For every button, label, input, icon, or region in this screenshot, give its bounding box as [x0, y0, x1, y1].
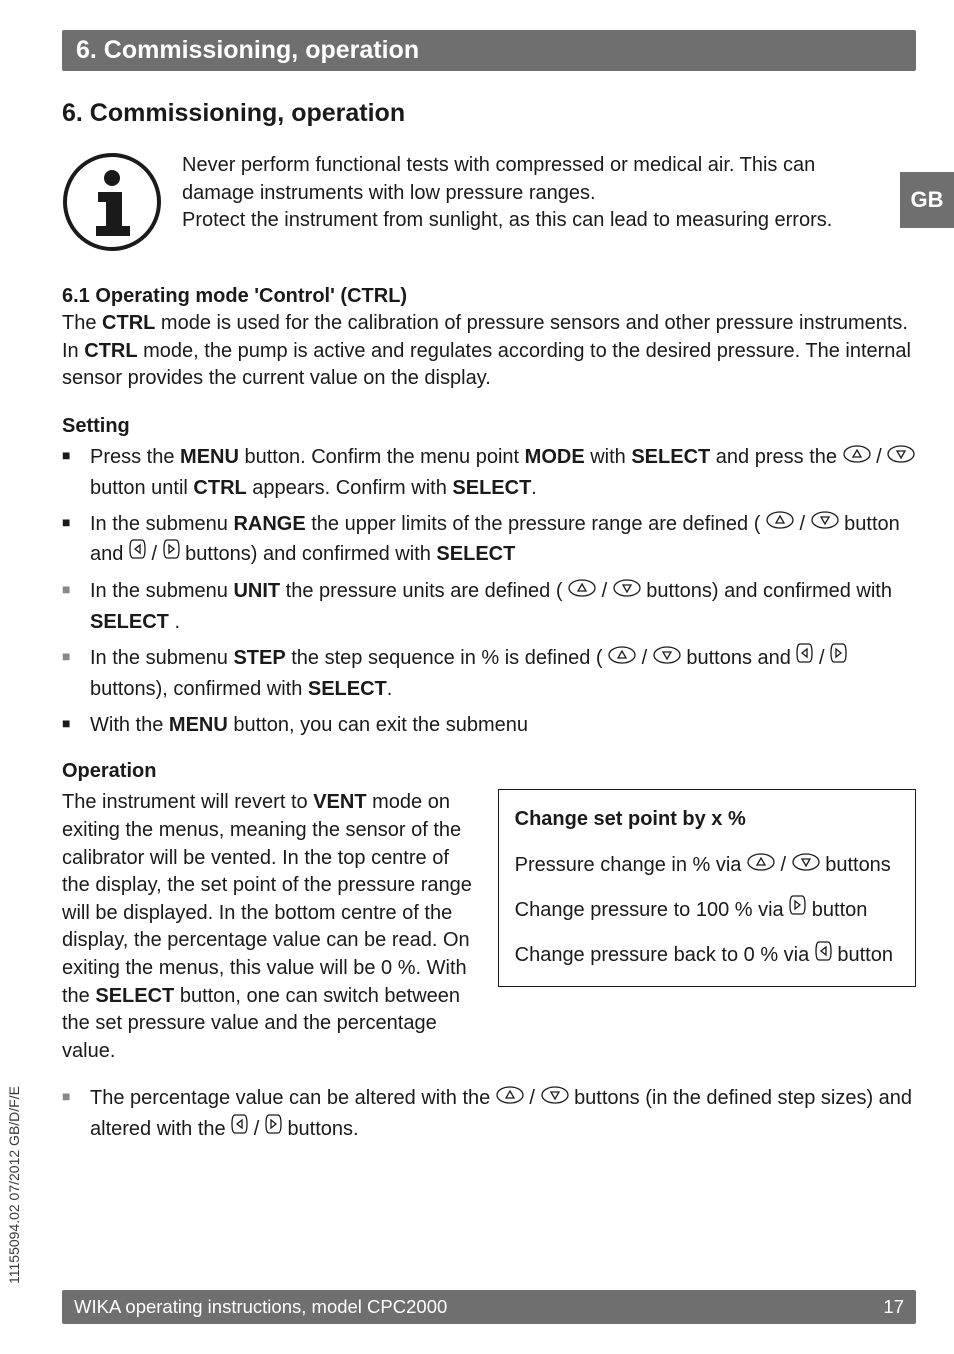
language-code: GB — [911, 187, 944, 213]
text: With the — [90, 714, 169, 736]
list-item: Press the MENU button. Confirm the menu … — [62, 442, 916, 503]
page-number: 17 — [883, 1296, 904, 1318]
header-title: 6. Commissioning, operation — [76, 36, 419, 64]
list-item: With the MENU button, you can exit the s… — [62, 710, 916, 740]
text: The — [62, 312, 102, 334]
setpoint-box: Change set point by x % Pressure change … — [498, 789, 916, 986]
box-title: Change set point by x % — [515, 804, 899, 834]
text: mode on exiting the menus, meaning the s… — [62, 791, 472, 1006]
text: the pressure units are defined ( — [280, 580, 568, 602]
text: . — [387, 678, 393, 700]
up-oval-icon — [843, 442, 871, 472]
list-item: In the submenu RANGE the upper limits of… — [62, 509, 916, 571]
up-oval-icon — [766, 508, 794, 538]
up-oval-icon — [608, 643, 636, 673]
text: Change pressure to 100 % via — [515, 899, 790, 921]
box-line: Change pressure back to 0 % via button — [515, 940, 899, 971]
select-word: SELECT — [631, 446, 710, 468]
menu-word: MENU — [169, 714, 228, 736]
operation-paragraph: The instrument will revert to VENT mode … — [62, 789, 480, 1065]
text: buttons) and confirmed with — [646, 580, 892, 602]
text: and press the — [710, 446, 842, 468]
operation-heading: Operation — [62, 760, 916, 783]
setting-list: Press the MENU button. Confirm the menu … — [62, 442, 916, 741]
text: button — [812, 899, 868, 921]
box-line: Pressure change in % via / buttons — [515, 850, 899, 881]
text: buttons. — [287, 1118, 358, 1140]
right-rect-icon — [789, 894, 806, 925]
text: with — [585, 446, 632, 468]
box-line: Change pressure to 100 % via button — [515, 895, 899, 926]
text: the upper limits of the pressure range a… — [306, 513, 766, 535]
down-oval-icon — [541, 1083, 569, 1113]
unit-word: UNIT — [233, 580, 280, 602]
last-bullet-list: The percentage value can be altered with… — [62, 1083, 916, 1145]
text: the step sequence in % is defined ( — [286, 647, 608, 669]
text: buttons), confirmed with — [90, 678, 308, 700]
text: In the submenu — [90, 647, 233, 669]
left-rect-icon — [796, 642, 813, 673]
up-oval-icon — [568, 576, 596, 606]
list-item: In the submenu UNIT the pressure units a… — [62, 576, 916, 637]
step-word: STEP — [233, 647, 285, 669]
select-word: SELECT — [308, 678, 387, 700]
down-oval-icon — [887, 442, 915, 472]
text: Pressure change in % via — [515, 854, 747, 876]
section-title: 6. Commissioning, operation — [62, 99, 916, 128]
select-word: SELECT — [436, 543, 515, 565]
footer-bar: WIKA operating instructions, model CPC20… — [62, 1290, 916, 1324]
down-oval-icon — [613, 576, 641, 606]
text: In the submenu — [90, 513, 233, 535]
vent-word: VENT — [313, 791, 366, 813]
text: . — [169, 611, 180, 633]
text: buttons — [825, 854, 891, 876]
header-bar: 6. Commissioning, operation — [62, 30, 916, 71]
info-notice-text: Never perform functional tests with comp… — [182, 152, 916, 235]
info-icon — [62, 152, 162, 257]
text: The instrument will revert to — [62, 791, 313, 813]
text: Change pressure back to 0 % via — [515, 944, 815, 966]
footer-title: WIKA operating instructions, model CPC20… — [74, 1296, 447, 1318]
text: button. Confirm the menu point — [239, 446, 525, 468]
up-oval-icon — [496, 1083, 524, 1113]
info-notice-row: Never perform functional tests with comp… — [62, 152, 916, 257]
right-rect-icon — [163, 538, 180, 569]
text: mode, the pump is active and regulates a… — [62, 340, 911, 390]
mode-word: MODE — [525, 446, 585, 468]
ctrl-paragraph: The CTRL mode is used for the calibratio… — [62, 310, 916, 393]
text: . — [531, 477, 537, 499]
text: The percentage value can be altered with… — [90, 1087, 496, 1109]
select-word: SELECT — [95, 985, 174, 1007]
ctrl-word: CTRL — [193, 477, 246, 499]
list-item: In the submenu STEP the step sequence in… — [62, 643, 916, 704]
down-oval-icon — [792, 850, 820, 880]
text: button until — [90, 477, 193, 499]
down-oval-icon — [811, 508, 839, 538]
text: In the submenu — [90, 580, 233, 602]
range-word: RANGE — [233, 513, 305, 535]
up-oval-icon — [747, 850, 775, 880]
left-rect-icon — [129, 538, 146, 569]
setting-heading: Setting — [62, 415, 916, 438]
document-id-side: 11155094.02 07/2012 GB/D/F/E — [6, 1086, 22, 1284]
ctrl-heading: 6.1 Operating mode 'Control' (CTRL) — [62, 285, 916, 308]
select-word: SELECT — [452, 477, 531, 499]
text: button — [837, 944, 893, 966]
text: Press the — [90, 446, 180, 468]
left-rect-icon — [231, 1113, 248, 1144]
text: buttons) and confirmed with — [185, 543, 436, 565]
operation-row: The instrument will revert to VENT mode … — [62, 789, 916, 1065]
select-word: SELECT — [90, 611, 169, 633]
language-tab: GB — [900, 172, 954, 228]
down-oval-icon — [653, 643, 681, 673]
left-rect-icon — [815, 940, 832, 971]
right-rect-icon — [265, 1113, 282, 1144]
text: button, you can exit the submenu — [228, 714, 528, 736]
right-rect-icon — [830, 642, 847, 673]
menu-word: MENU — [180, 446, 239, 468]
ctrl-word: CTRL — [102, 312, 155, 334]
ctrl-word: CTRL — [84, 340, 137, 362]
list-item: The percentage value can be altered with… — [62, 1083, 916, 1145]
text: appears. Confirm with — [247, 477, 453, 499]
